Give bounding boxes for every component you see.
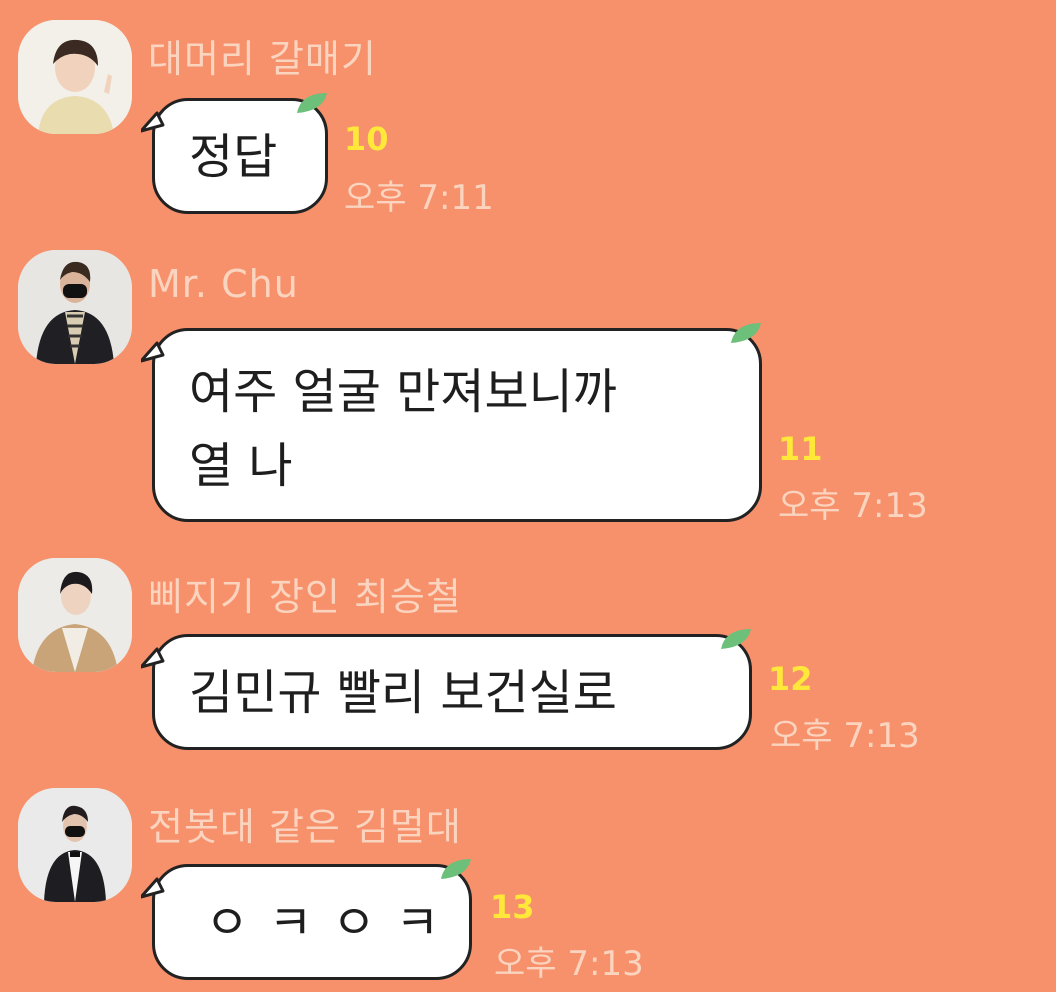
message-text: ㅇ ㅋ ㅇ ㅋ <box>205 895 442 951</box>
message-time: 오후 7:13 <box>494 944 644 984</box>
message-time: 오후 7:13 <box>778 486 928 526</box>
message-bubble[interactable]: 여주 얼굴 만져보니까 열 나 <box>141 323 762 522</box>
bubble-tail-icon <box>141 877 165 899</box>
unread-count: 10 <box>344 120 389 158</box>
message-time: 오후 7:13 <box>770 716 920 756</box>
message-text-line: 여주 얼굴 만져보니까 <box>189 364 617 420</box>
unread-count: 11 <box>778 430 823 468</box>
leaf-icon <box>441 859 471 879</box>
unread-count: 12 <box>768 660 813 698</box>
chat-thread: 대머리 갈매기 정답 10 오후 7:11 Mr. Chu 여주 얼굴 만져보니… <box>0 0 1056 992</box>
message-bubble[interactable]: 김민규 빨리 보건실로 <box>141 629 752 750</box>
avatar[interactable] <box>18 20 132 134</box>
avatar[interactable] <box>18 558 132 672</box>
sender-name: 삐지기 장인 최승철 <box>148 575 462 619</box>
message-time: 오후 7:11 <box>344 178 494 218</box>
sender-name: 대머리 갈매기 <box>148 37 377 81</box>
sender-name: Mr. Chu <box>148 262 299 306</box>
sender-name: 전봇대 같은 김멀대 <box>148 805 462 849</box>
leaf-icon <box>721 629 751 649</box>
message-text: 정답 <box>189 129 278 185</box>
message-text-line: 열 나 <box>189 438 293 494</box>
leaf-icon <box>297 93 327 113</box>
bubble-tail-icon <box>141 111 165 133</box>
avatar[interactable] <box>18 788 132 902</box>
avatar[interactable] <box>18 250 132 364</box>
unread-count: 13 <box>490 888 535 926</box>
message-text: 김민규 빨리 보건실로 <box>189 665 617 721</box>
bubble-tail-icon <box>141 341 165 363</box>
leaf-icon <box>731 323 761 343</box>
message-bubble[interactable]: ㅇ ㅋ ㅇ ㅋ <box>141 859 472 980</box>
message-bubble[interactable]: 정답 <box>141 93 328 214</box>
bubble-tail-icon <box>141 647 165 669</box>
